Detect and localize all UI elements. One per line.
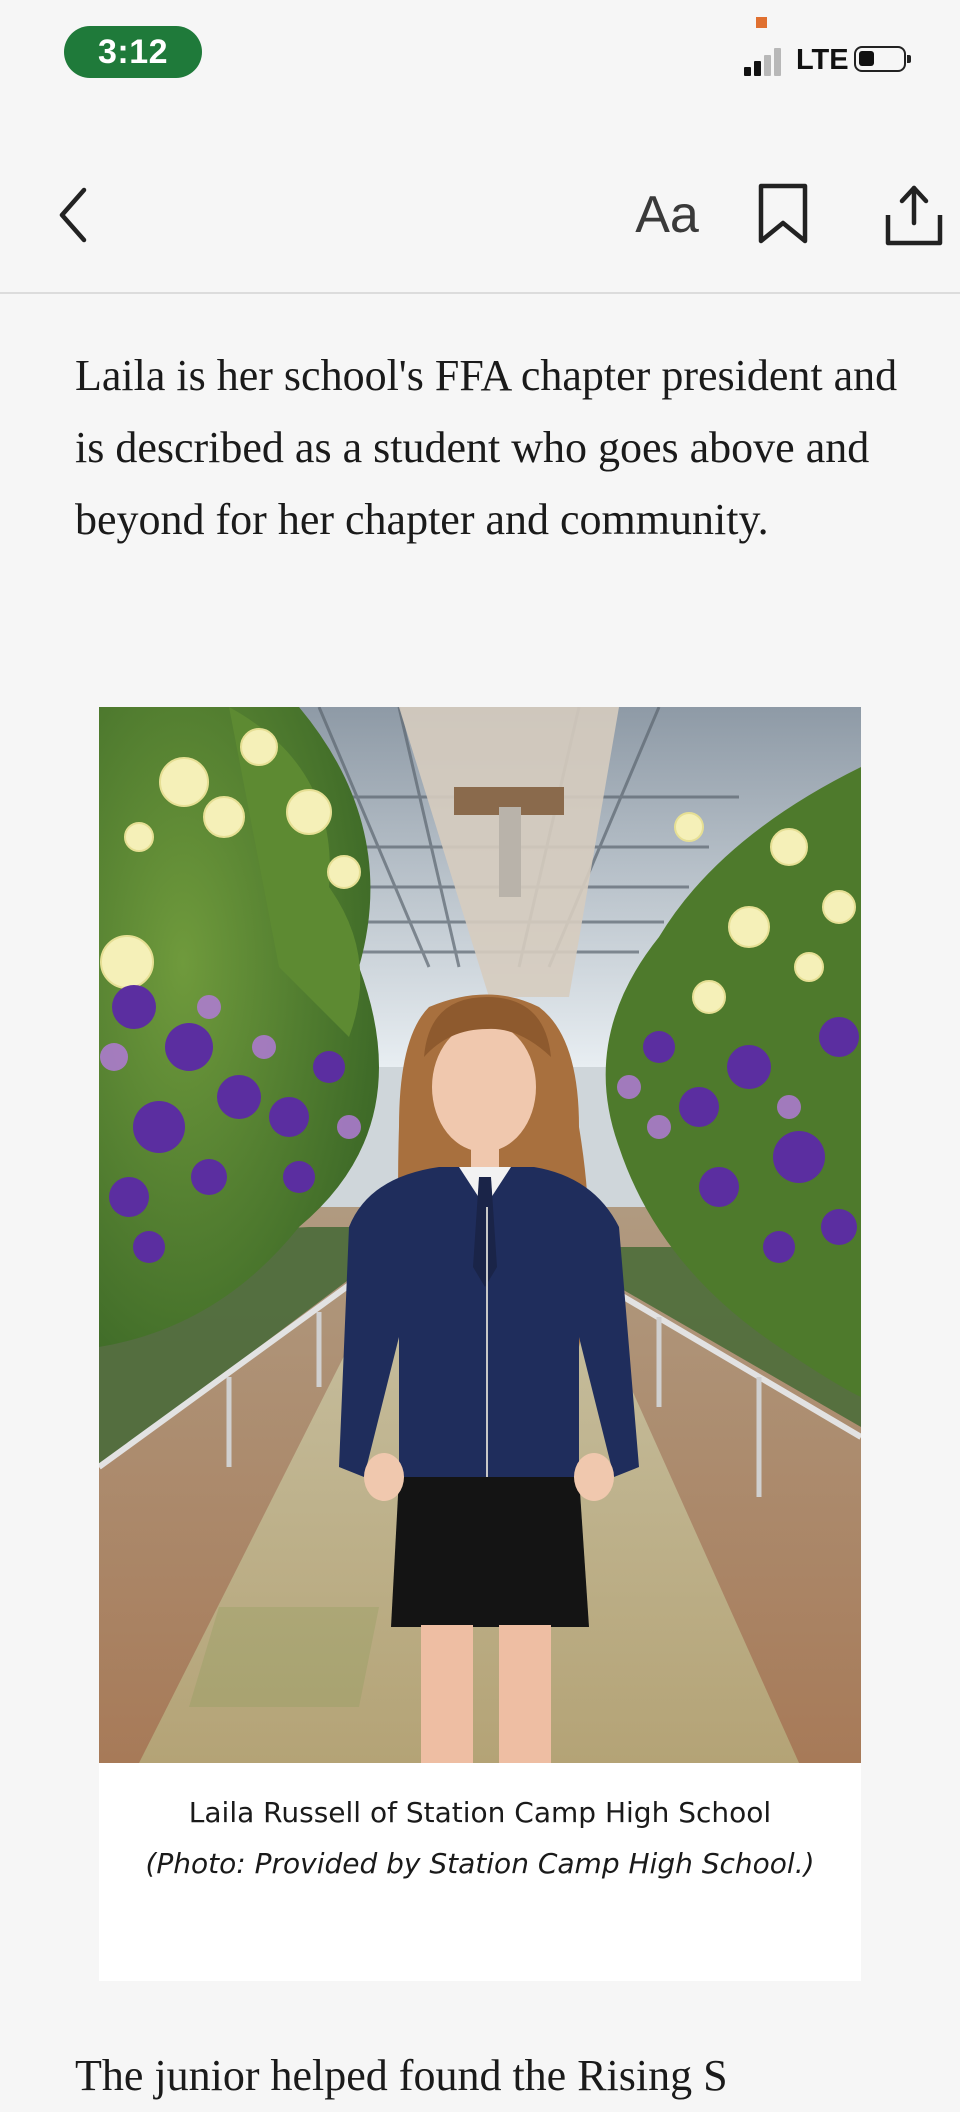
battery-icon [854,46,911,72]
text-size-button[interactable]: Aa [612,180,722,250]
photo-caption: Laila Russell of Station Camp High Schoo… [139,1787,821,1889]
photo-credit: (Photo: Provided by Station Camp High Sc… [145,1847,815,1880]
caption-text: Laila Russell of Station Camp High Schoo… [188,1796,772,1829]
article-toolbar: Aa [0,110,960,294]
network-type: LTE [796,44,849,76]
share-icon [885,185,943,246]
article-photo[interactable] [99,707,861,1763]
article-paragraph-next: The junior helped found the Rising S [75,2051,728,2100]
signal-strength-icon [744,46,786,76]
article-figure: Laila Russell of Station Camp High Schoo… [99,707,861,1981]
chevron-left-icon [59,187,87,243]
bookmark-icon [758,183,808,244]
status-bar: 3:12 LTE [0,0,960,110]
share-button[interactable] [876,170,952,260]
bookmark-button[interactable] [748,174,818,254]
article-paragraph: Laila is her school's FFA chapter presid… [75,351,898,544]
back-button[interactable] [48,170,98,260]
status-time[interactable]: 3:12 [64,26,202,78]
greenhouse-portrait-image [99,707,861,1763]
recording-indicator [756,17,767,28]
